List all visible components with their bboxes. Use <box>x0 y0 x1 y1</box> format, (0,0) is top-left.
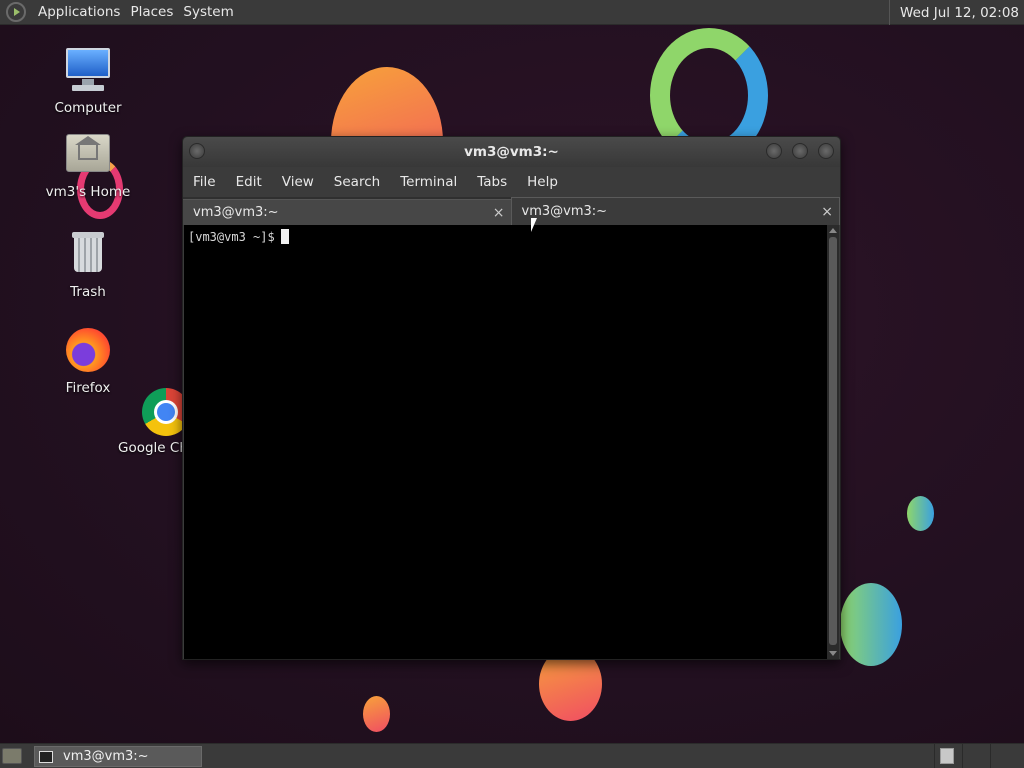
desktop-icon-label: Computer <box>54 100 122 116</box>
close-button[interactable] <box>818 143 834 159</box>
show-desktop-icon[interactable] <box>2 748 22 764</box>
menu-search[interactable]: Search <box>324 174 390 190</box>
window-title: vm3@vm3:~ <box>464 144 559 160</box>
window-menu-button[interactable] <box>189 143 205 159</box>
clock[interactable]: Wed Jul 12, 02:08 <box>889 0 1024 25</box>
divider <box>934 744 935 768</box>
minimize-button[interactable] <box>766 143 782 159</box>
distro-logo-icon[interactable] <box>6 2 26 22</box>
text-cursor <box>280 229 289 244</box>
menu-file[interactable]: File <box>183 174 226 190</box>
menu-terminal[interactable]: Terminal <box>390 174 467 190</box>
terminal-output[interactable]: [vm3@vm3 ~]$ <box>184 225 828 659</box>
scroll-up-arrow-icon[interactable] <box>829 228 837 233</box>
desktop-icon-label: Google Ch <box>118 440 188 456</box>
computer-icon <box>64 46 112 94</box>
taskbar-item-terminal[interactable]: vm3@vm3:~ <box>34 746 202 767</box>
small-green-blob-decoration <box>907 496 934 531</box>
bottom-panel: vm3@vm3:~ <box>0 743 1024 768</box>
mouse-pointer-icon <box>531 218 537 232</box>
desktop-icon-computer[interactable]: Computer <box>40 46 136 116</box>
close-tab-icon[interactable]: × <box>493 205 505 221</box>
terminal-scrollbar[interactable] <box>827 225 839 659</box>
places-menu[interactable]: Places <box>126 4 177 20</box>
menu-edit[interactable]: Edit <box>226 174 272 190</box>
terminal-tab-2[interactable]: vm3@vm3:~ × <box>510 197 840 225</box>
shell-prompt: [vm3@vm3 ~]$ <box>188 230 275 244</box>
menu-bar: File Edit View Search Terminal Tabs Help <box>183 167 840 197</box>
close-tab-icon[interactable]: × <box>821 204 833 220</box>
scroll-down-arrow-icon[interactable] <box>829 651 837 656</box>
desktop-icon-home[interactable]: vm3's Home <box>40 130 136 200</box>
tab-label: vm3@vm3:~ <box>521 204 608 219</box>
applications-menu[interactable]: Applications <box>34 4 124 20</box>
terminal-icon <box>39 750 53 763</box>
small-orange-blob-decoration <box>363 696 390 732</box>
terminal-tab-1[interactable]: vm3@vm3:~ × <box>183 199 511 225</box>
large-green-blob-decoration <box>840 583 902 666</box>
workspace-1[interactable] <box>940 748 954 764</box>
taskbar-item-label: vm3@vm3:~ <box>63 749 149 764</box>
top-panel: Applications Places System Wed Jul 12, 0… <box>0 0 1024 25</box>
desktop-icon-label: Trash <box>70 284 106 300</box>
firefox-icon <box>64 326 112 374</box>
divider <box>962 744 963 768</box>
menu-tabs[interactable]: Tabs <box>467 174 517 190</box>
desktop-icon-trash[interactable]: Trash <box>40 230 136 300</box>
terminal-window: vm3@vm3:~ File Edit View Search Terminal… <box>182 136 841 660</box>
home-folder-icon <box>64 130 112 178</box>
maximize-button[interactable] <box>792 143 808 159</box>
system-menu[interactable]: System <box>179 4 237 20</box>
tab-bar: vm3@vm3:~ × vm3@vm3:~ × <box>183 197 840 225</box>
tab-label: vm3@vm3:~ <box>193 205 279 220</box>
menu-help[interactable]: Help <box>517 174 568 190</box>
divider <box>990 744 991 768</box>
window-titlebar[interactable]: vm3@vm3:~ <box>183 137 840 167</box>
scrollbar-thumb[interactable] <box>829 237 837 645</box>
desktop-icon-label: vm3's Home <box>45 184 131 200</box>
menu-view[interactable]: View <box>272 174 324 190</box>
trash-icon <box>64 230 112 278</box>
